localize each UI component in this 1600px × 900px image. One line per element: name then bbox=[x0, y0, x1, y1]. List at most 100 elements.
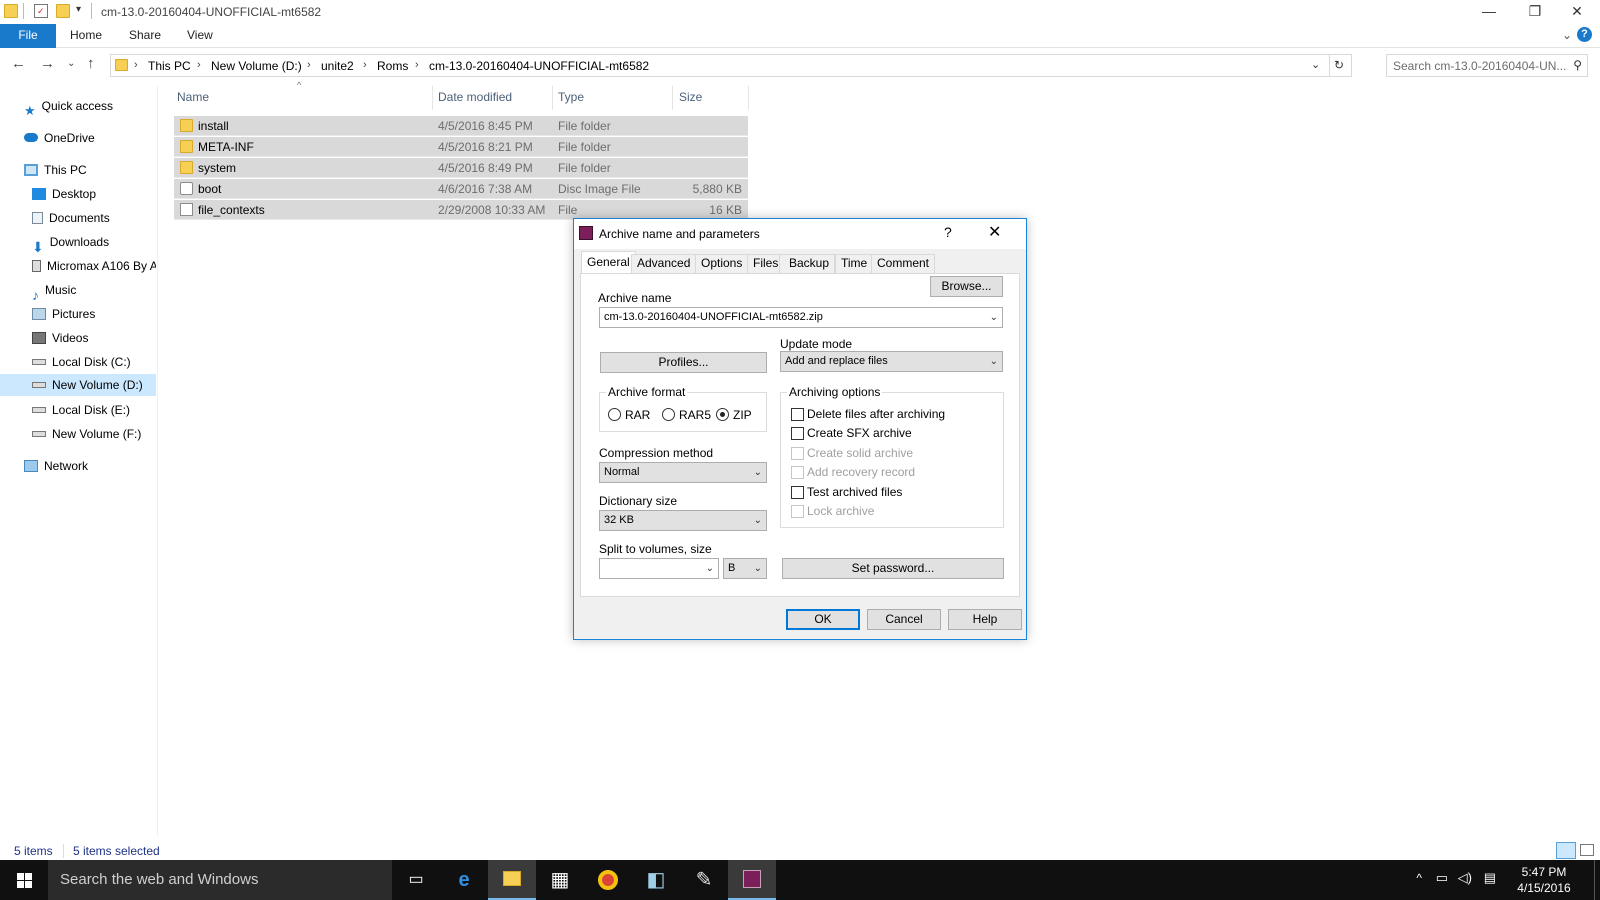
table-row[interactable]: boot 4/6/2016 7:38 AM Disc Image File 5,… bbox=[174, 179, 748, 199]
chevron-down-icon[interactable]: ⌄ bbox=[990, 308, 998, 327]
archive-name-field[interactable]: cm-13.0-20160404-UNOFFICIAL-mt6582.zip ⌄ bbox=[599, 307, 1003, 328]
winrar-taskbar-icon[interactable] bbox=[728, 860, 776, 900]
checkbox-delete-files[interactable] bbox=[791, 408, 804, 421]
radio-rar5[interactable] bbox=[662, 408, 675, 421]
help-button[interactable]: Help bbox=[948, 609, 1022, 630]
address-bar[interactable]: › This PC › New Volume (D:) › unite2 › R… bbox=[110, 54, 1352, 77]
tab-general[interactable]: General bbox=[581, 251, 636, 273]
nav-item-quick-access[interactable]: ★ Quick access bbox=[24, 95, 113, 117]
address-dropdown-icon[interactable]: ⌄ bbox=[1311, 58, 1320, 71]
tab-options[interactable]: Options bbox=[695, 254, 749, 273]
action-center-icon[interactable]: ▤ bbox=[1484, 870, 1496, 886]
column-separator[interactable] bbox=[672, 86, 673, 110]
nav-item-desktop[interactable]: Desktop bbox=[32, 183, 96, 205]
recent-locations-button[interactable]: ⌄ bbox=[67, 58, 75, 69]
column-header-type[interactable]: Type bbox=[558, 90, 584, 104]
show-desktop-button[interactable] bbox=[1594, 860, 1600, 900]
column-header-size[interactable]: Size bbox=[679, 90, 702, 104]
clock-time[interactable]: 5:47 PM bbox=[1514, 865, 1574, 879]
store-icon[interactable]: ▦ bbox=[536, 860, 584, 900]
task-view-icon[interactable]: ▭ bbox=[392, 860, 440, 900]
edge-icon[interactable]: e bbox=[440, 860, 488, 900]
tab-share[interactable]: Share bbox=[129, 24, 161, 48]
set-password-button[interactable]: Set password... bbox=[782, 558, 1004, 579]
radio-zip[interactable] bbox=[716, 408, 729, 421]
new-folder-icon[interactable] bbox=[56, 4, 70, 18]
nav-item-downloads[interactable]: ⬇ Downloads bbox=[32, 231, 109, 253]
close-button[interactable]: ✕ bbox=[1554, 0, 1600, 24]
details-view-icon[interactable] bbox=[1556, 842, 1576, 859]
clock-date[interactable]: 4/15/2016 bbox=[1510, 881, 1578, 895]
nav-item-videos[interactable]: Videos bbox=[32, 327, 88, 349]
tab-backup[interactable]: Backup bbox=[784, 254, 836, 273]
nav-item-music[interactable]: ♪ Music bbox=[32, 279, 76, 301]
file-explorer-icon[interactable] bbox=[488, 860, 536, 900]
start-button[interactable] bbox=[0, 860, 48, 900]
chrome-icon[interactable] bbox=[584, 860, 632, 900]
tab-advanced[interactable]: Advanced bbox=[631, 254, 697, 273]
nav-item-onedrive[interactable]: OneDrive bbox=[24, 127, 95, 149]
customize-toolbar-icon[interactable]: ▾ bbox=[76, 4, 81, 15]
forward-button[interactable]: → bbox=[40, 55, 55, 72]
breadcrumb-current-folder[interactable]: cm-13.0-20160404-UNOFFICIAL-mt6582 bbox=[429, 59, 649, 73]
taskbar-search-input[interactable]: Search the web and Windows bbox=[48, 860, 392, 900]
table-row[interactable]: file_contexts 2/29/2008 10:33 AM File 16… bbox=[174, 200, 748, 220]
dialog-close-button[interactable]: ✕ bbox=[988, 222, 1001, 242]
chevron-down-icon[interactable]: ⌄ bbox=[706, 559, 714, 578]
expand-ribbon-icon[interactable]: ⌄ bbox=[1562, 24, 1572, 48]
table-row[interactable]: META-INF 4/5/2016 8:21 PM File folder bbox=[174, 137, 748, 157]
tab-time[interactable]: Time bbox=[835, 254, 874, 273]
split-unit-select[interactable]: B ⌄ bbox=[723, 558, 767, 579]
paint-icon[interactable]: ✎ bbox=[680, 860, 728, 900]
dialog-help-icon[interactable]: ? bbox=[944, 224, 952, 240]
ok-button[interactable]: OK bbox=[786, 609, 860, 630]
nav-item-local-disk-e[interactable]: Local Disk (E:) bbox=[32, 399, 130, 421]
tab-comment[interactable]: Comment bbox=[871, 254, 936, 273]
nav-item-pictures[interactable]: Pictures bbox=[32, 303, 95, 325]
checkbox-create-sfx[interactable] bbox=[791, 427, 804, 440]
help-icon[interactable]: ? bbox=[1577, 27, 1592, 42]
compression-method-select[interactable]: Normal ⌄ bbox=[599, 462, 767, 483]
cancel-button[interactable]: Cancel bbox=[867, 609, 941, 630]
breadcrumb-roms[interactable]: Roms bbox=[377, 59, 408, 73]
dictionary-size-select[interactable]: 32 KB ⌄ bbox=[599, 510, 767, 531]
app-icon[interactable]: ◧ bbox=[632, 860, 680, 900]
breadcrumb-unite2[interactable]: unite2 bbox=[321, 59, 354, 73]
nav-item-new-volume-f[interactable]: New Volume (F:) bbox=[32, 423, 141, 445]
restore-button[interactable]: ❐ bbox=[1512, 0, 1558, 24]
radio-rar[interactable] bbox=[608, 408, 621, 421]
up-button[interactable]: ↑ bbox=[87, 55, 95, 72]
back-button[interactable]: ← bbox=[11, 55, 26, 72]
large-icons-view-icon[interactable] bbox=[1580, 844, 1594, 856]
network-tray-icon[interactable]: ▭ bbox=[1436, 870, 1448, 886]
breadcrumb-this-pc[interactable]: This PC bbox=[148, 59, 191, 73]
nav-item-network[interactable]: Network bbox=[24, 455, 88, 477]
checkbox-test-archived[interactable] bbox=[791, 486, 804, 499]
column-header-date-modified[interactable]: Date modified bbox=[438, 90, 512, 104]
column-separator[interactable] bbox=[432, 86, 433, 110]
browse-button[interactable]: Browse... bbox=[930, 276, 1003, 297]
breadcrumb-new-volume[interactable]: New Volume (D:) bbox=[211, 59, 302, 73]
minimize-button[interactable]: — bbox=[1466, 0, 1512, 24]
tab-file[interactable]: File bbox=[0, 24, 56, 48]
nav-item-new-volume-d[interactable]: New Volume (D:) bbox=[0, 374, 156, 396]
tab-view[interactable]: View bbox=[187, 24, 213, 48]
volume-icon[interactable]: ◁) bbox=[1458, 870, 1472, 886]
table-row[interactable]: install 4/5/2016 8:45 PM File folder bbox=[174, 116, 748, 136]
nav-item-this-pc[interactable]: This PC bbox=[24, 159, 87, 181]
nav-item-local-disk-c[interactable]: Local Disk (C:) bbox=[32, 351, 131, 373]
profiles-button[interactable]: Profiles... bbox=[600, 352, 767, 373]
nav-item-documents[interactable]: Documents bbox=[32, 207, 110, 229]
refresh-icon[interactable]: ↻ bbox=[1334, 58, 1344, 72]
nav-item-phone[interactable]: Micromax A106 By A bbox=[32, 255, 156, 277]
column-header-name[interactable]: Name bbox=[177, 90, 209, 104]
update-mode-select[interactable]: Add and replace files ⌄ bbox=[780, 351, 1003, 372]
column-separator[interactable] bbox=[748, 86, 749, 110]
split-volumes-input[interactable]: ⌄ bbox=[599, 558, 719, 579]
tab-home[interactable]: Home bbox=[70, 24, 102, 48]
show-hidden-icons[interactable]: ^ bbox=[1416, 871, 1422, 885]
search-input[interactable]: Search cm-13.0-20160404-UN... ⚲ bbox=[1386, 54, 1588, 77]
properties-icon[interactable]: ✓ bbox=[34, 4, 48, 18]
column-separator[interactable] bbox=[552, 86, 553, 110]
table-row[interactable]: system 4/5/2016 8:49 PM File folder bbox=[174, 158, 748, 178]
